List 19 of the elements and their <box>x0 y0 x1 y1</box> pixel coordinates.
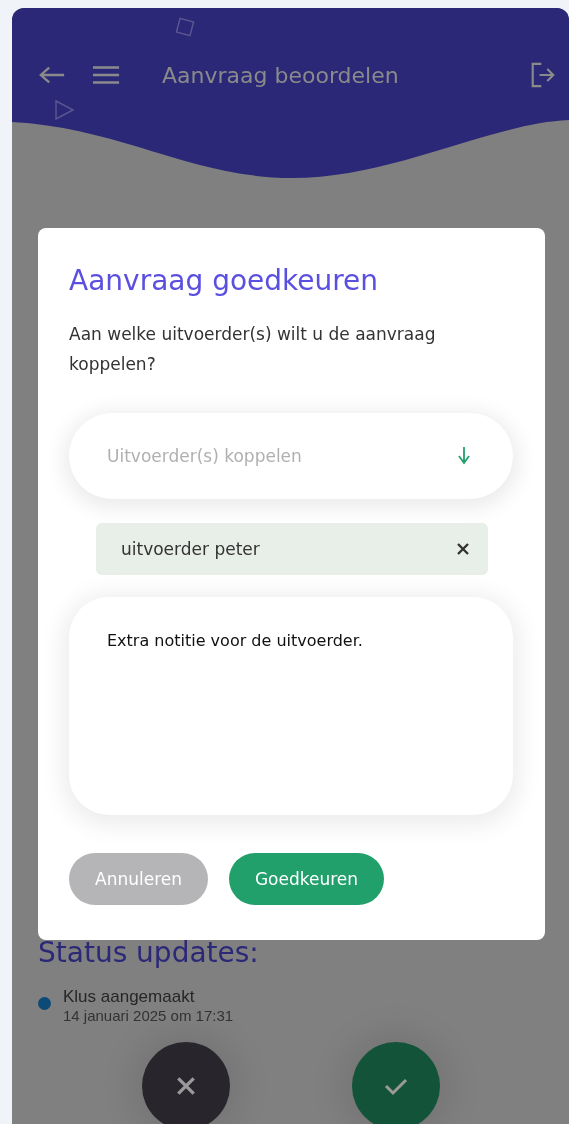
section-heading: Status updates: <box>38 936 259 969</box>
chip-label: uitvoerder peter <box>121 539 260 559</box>
triangle-icon <box>52 98 76 122</box>
back-arrow-icon[interactable] <box>38 65 66 85</box>
approve-button[interactable]: Goedkeuren <box>229 853 384 905</box>
status-title: Klus aangemaakt <box>63 987 196 1007</box>
status-dot <box>38 997 51 1010</box>
dialog-title: Aanvraag goedkeuren <box>69 264 380 297</box>
menu-icon[interactable] <box>92 65 120 85</box>
executor-select[interactable]: Uitvoerder(s) koppelen <box>69 413 513 499</box>
cancel-button[interactable]: Annuleren <box>69 853 208 905</box>
dialog-question: Aan welke uitvoerder(s) wilt u de aanvraag koppelen? <box>69 323 437 376</box>
logout-icon[interactable] <box>531 60 555 90</box>
remove-icon[interactable] <box>456 542 470 556</box>
arrow-down-icon <box>457 446 471 466</box>
page-title: Aanvraag beoordelen <box>162 62 399 88</box>
status-date: 14 januari 2025 om 17:31 <box>63 1007 234 1024</box>
close-icon <box>174 1075 198 1097</box>
note-field[interactable]: Extra notitie voor de uitvoerder. <box>69 597 513 815</box>
